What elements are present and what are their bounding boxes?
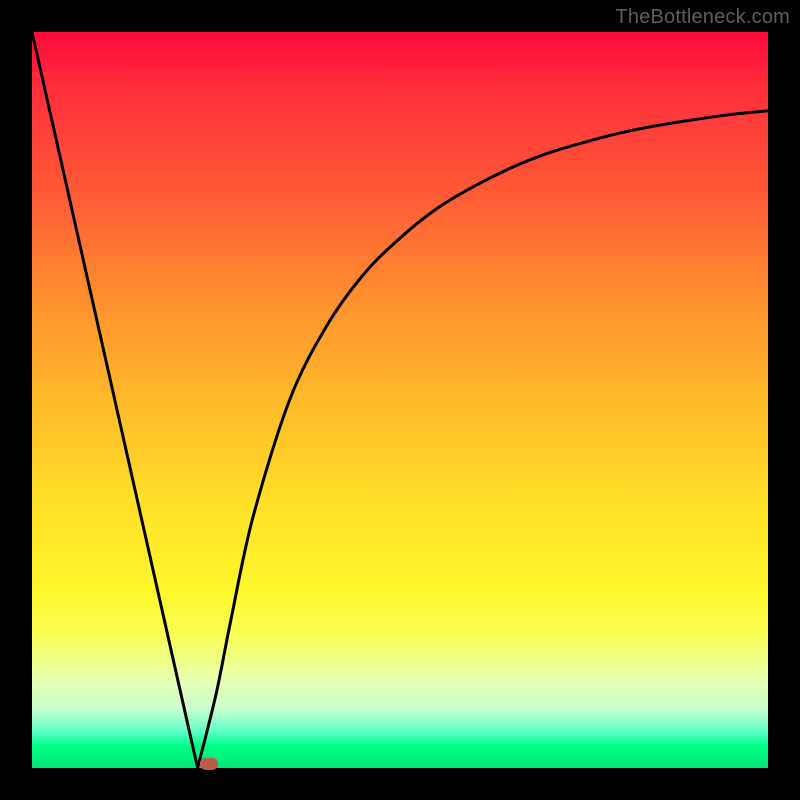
chart-curve-svg: [32, 32, 768, 768]
chart-frame: TheBottleneck.com: [0, 0, 800, 800]
chart-plot-area: [32, 32, 768, 768]
chart-curve-path: [32, 32, 768, 768]
watermark-text: TheBottleneck.com: [615, 6, 790, 29]
chart-marker-dot: [200, 758, 218, 770]
